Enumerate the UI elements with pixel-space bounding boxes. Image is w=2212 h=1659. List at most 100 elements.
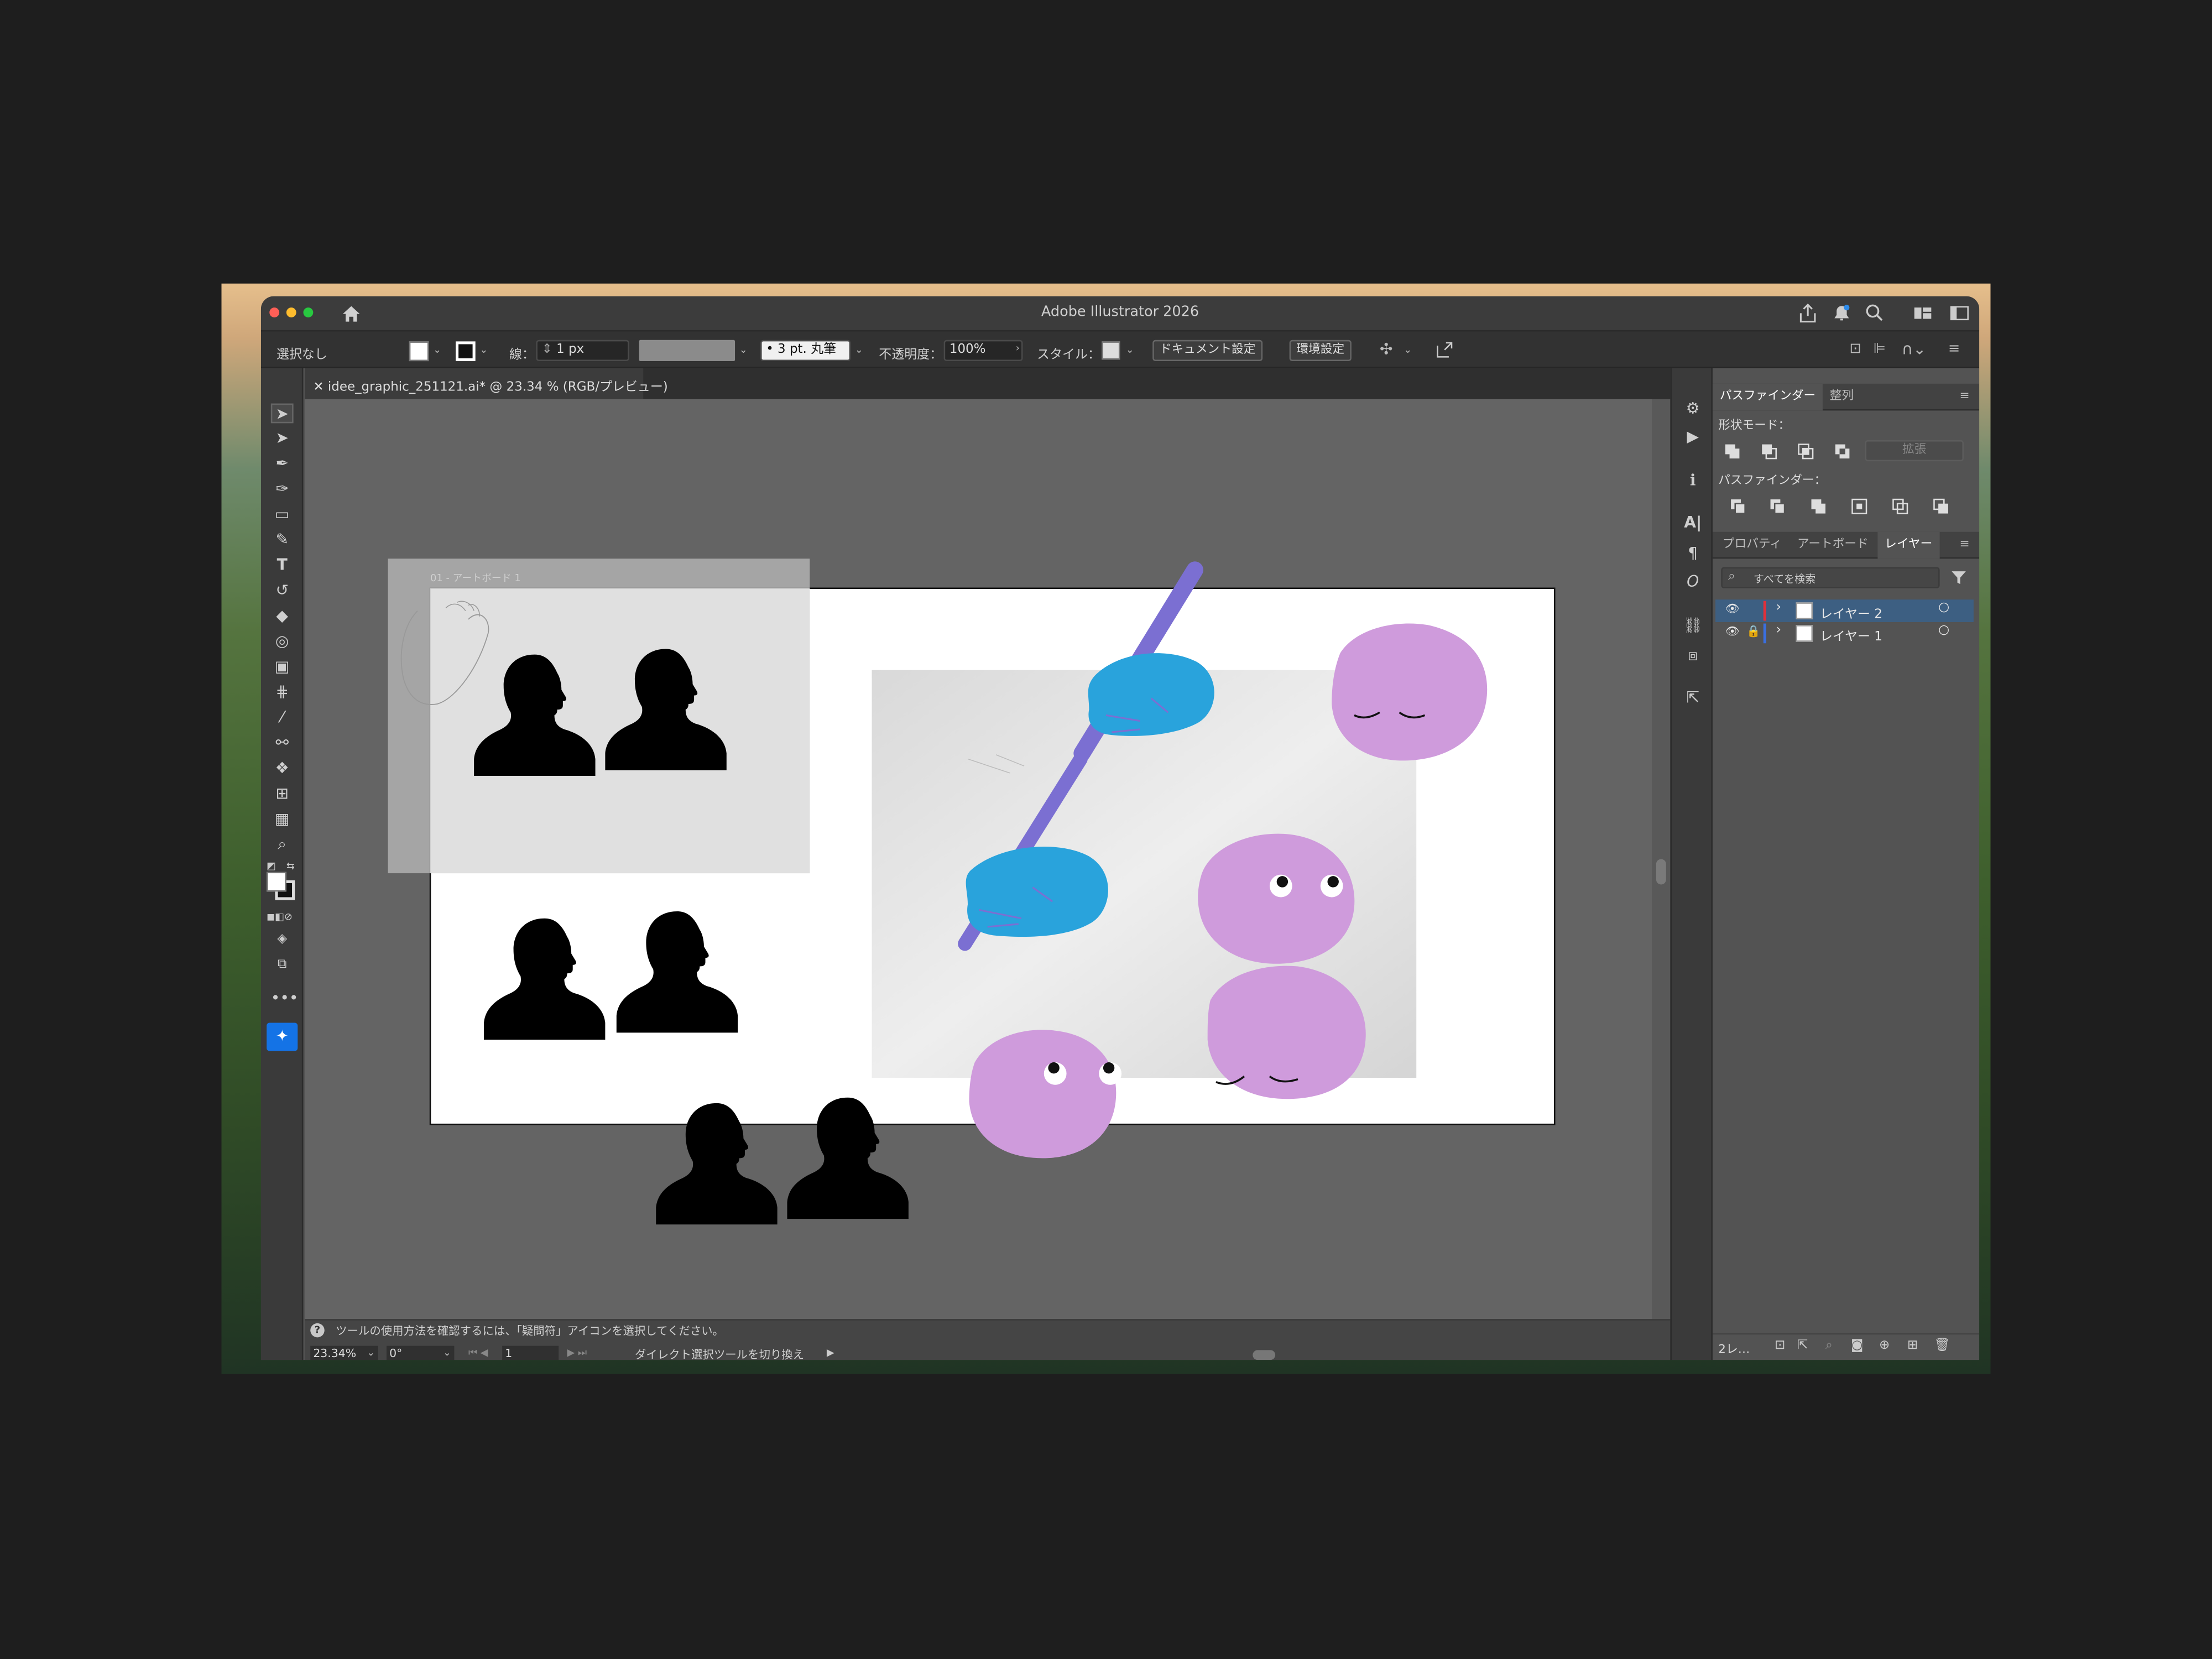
lasso-tool-icon[interactable]: ◎ — [271, 632, 294, 652]
gear-icon[interactable]: ⚙ — [1683, 399, 1703, 419]
gradient-tool-icon[interactable]: ▣ — [271, 658, 294, 677]
align-icon[interactable]: ⊫ — [1874, 341, 1886, 357]
curvature-tool-icon[interactable]: ✑ — [271, 479, 294, 499]
layer-search-input[interactable]: ⌕ すべてを検索 — [1721, 567, 1940, 588]
minus-front-icon[interactable] — [1761, 443, 1778, 460]
opacity-chevron-icon[interactable]: › — [1016, 343, 1020, 354]
artboard-label[interactable]: 01 - アートボード 1 — [430, 571, 521, 586]
generative-ai-icon[interactable]: ✦ — [267, 1022, 298, 1051]
expand-chevron-icon[interactable]: › — [1776, 601, 1781, 615]
document-setup-button[interactable]: ドキュメント設定 — [1152, 340, 1263, 362]
layer-name[interactable]: レイヤー 2 — [1820, 604, 1882, 622]
paragraph-icon[interactable]: ¶ — [1683, 545, 1703, 565]
exclude-icon[interactable] — [1834, 443, 1851, 460]
trim-icon[interactable] — [1769, 498, 1786, 515]
expand-button[interactable]: 拡張 — [1865, 440, 1964, 462]
purple-blob-face[interactable] — [1207, 966, 1366, 1099]
character-icon[interactable]: A| — [1683, 514, 1703, 534]
tab-pathfinder[interactable]: パスファインダー — [1712, 383, 1823, 411]
minus-back-icon[interactable] — [1933, 498, 1950, 515]
locate-object-icon[interactable]: ⊡ — [1775, 1339, 1785, 1353]
unite-icon[interactable] — [1724, 443, 1741, 460]
stroke-weight-field[interactable]: ⇕ 1 px — [536, 340, 629, 362]
expand-chevron-icon[interactable]: › — [1776, 624, 1781, 638]
tab-properties[interactable]: プロパティ — [1715, 532, 1789, 559]
export-icon[interactable] — [1436, 341, 1453, 358]
blend-tool-icon[interactable]: ⚯ — [271, 734, 294, 754]
purple-blob-face[interactable] — [1198, 833, 1355, 964]
mesh-tool-icon[interactable]: ⋕ — [271, 683, 294, 703]
search-icon[interactable] — [1865, 303, 1883, 323]
artboard-number-field[interactable]: 1 — [502, 1345, 559, 1360]
variable-width-profile[interactable] — [639, 340, 735, 362]
status-menu-arrow-icon[interactable]: ▶ — [827, 1347, 834, 1358]
visibility-eye-icon[interactable]: 👁 — [1725, 602, 1740, 615]
select-similar-icon[interactable]: ✣ — [1380, 340, 1393, 358]
brush-dropdown-icon[interactable]: ⌄ — [855, 344, 863, 355]
symbol-sprayer-tool-icon[interactable]: ❖ — [271, 759, 294, 779]
edit-toolbar-icon[interactable]: ••• — [271, 989, 299, 1009]
opacity-field[interactable]: 100% — [943, 340, 1023, 362]
default-colors-icon[interactable]: ◩ — [267, 860, 278, 872]
fill-dropdown-icon[interactable]: ⌄ — [433, 344, 441, 355]
target-circle-icon[interactable]: ○ — [1938, 624, 1949, 638]
lock-icon[interactable]: 🔒 — [1746, 625, 1760, 638]
type-tool-icon[interactable]: T — [271, 556, 294, 576]
artboard-prev-icons[interactable]: ⏮ ◀ — [468, 1347, 488, 1360]
graph-tool-icon[interactable]: ▦ — [271, 810, 294, 830]
divide-icon[interactable] — [1730, 498, 1747, 515]
notifications-icon[interactable] — [1833, 303, 1851, 323]
color-mode-icons[interactable]: ◼◧⊘ — [267, 911, 298, 922]
layer-row[interactable]: 👁 › レイヤー 2 ○ — [1715, 599, 1974, 622]
intersect-icon[interactable] — [1797, 443, 1814, 460]
tab-layers[interactable]: レイヤー — [1877, 531, 1940, 559]
paintbrush-tool-icon[interactable]: ✎ — [271, 530, 294, 550]
links-icon[interactable]: ⛓ — [1683, 617, 1703, 637]
crop-icon[interactable] — [1851, 498, 1868, 515]
rotate-tool-icon[interactable]: ↺ — [271, 581, 294, 601]
graphic-style-swatch[interactable] — [1102, 341, 1120, 360]
merge-icon[interactable] — [1810, 498, 1827, 515]
info-icon[interactable]: ℹ — [1683, 471, 1703, 491]
drawing-mode-icon[interactable]: ◈ — [271, 930, 294, 950]
outline-icon[interactable] — [1892, 498, 1909, 515]
screen-mode-icon[interactable]: ⧉ — [271, 955, 294, 975]
stroke-dropdown-icon[interactable]: ⌄ — [479, 344, 488, 355]
collect-export-icon[interactable]: ⌕ — [1825, 1339, 1833, 1353]
artboard-tool-icon[interactable]: ⊞ — [271, 784, 294, 804]
layer-row[interactable]: 👁 🔒 › レイヤー 1 ○ — [1715, 622, 1974, 645]
panel-toggle-icon[interactable] — [1950, 305, 1970, 322]
workspace-switcher-icon[interactable] — [1913, 305, 1933, 322]
document-tab[interactable]: ✕ idee_graphic_251121.ai* @ 23.34 % (RGB… — [305, 368, 668, 399]
rotation-dropdown-icon[interactable]: ⌄ — [443, 1347, 451, 1358]
opentype-icon[interactable]: O — [1683, 573, 1703, 593]
artboard-next-icons[interactable]: ▶ ⏭ — [567, 1347, 587, 1360]
make-clipping-mask-icon[interactable]: ◙ — [1851, 1339, 1863, 1353]
canvas-area[interactable]: 01 - アートボード 1 — [305, 399, 1652, 1319]
purple-blob-face[interactable] — [1332, 623, 1488, 761]
new-sublayer-icon[interactable]: ⊕ — [1879, 1339, 1890, 1353]
actions-play-icon[interactable]: ▶ — [1683, 427, 1703, 447]
vertical-scroll-thumb[interactable] — [1656, 859, 1666, 885]
profile-dropdown-icon[interactable]: ⌄ — [739, 344, 748, 355]
stroke-stepper-icon[interactable]: ⇕ — [542, 343, 557, 357]
pen-tool-icon[interactable]: ✒ — [271, 454, 294, 474]
vertical-scrollbar[interactable] — [1652, 399, 1671, 1319]
fill-color-box[interactable] — [267, 872, 286, 892]
blue-hand[interactable] — [966, 846, 1108, 937]
filter-icon[interactable] — [1951, 570, 1966, 586]
visibility-eye-icon[interactable]: 👁 — [1725, 625, 1740, 638]
panel-menu-icon[interactable]: ≡ — [1953, 384, 1977, 410]
stroke-swatch[interactable] — [455, 341, 476, 362]
eyedropper-tool-icon[interactable]: ⁄ — [271, 708, 294, 728]
swap-colors-icon[interactable]: ⇆ — [286, 860, 298, 872]
trash-icon[interactable]: 🗑 — [1934, 1339, 1950, 1353]
fill-swatch[interactable] — [409, 341, 429, 362]
horizontal-scroll-thumb[interactable] — [1253, 1350, 1276, 1360]
layer-name[interactable]: レイヤー 1 — [1820, 627, 1882, 645]
rectangle-tool-icon[interactable]: ▭ — [271, 505, 294, 525]
selection-tool-icon[interactable]: ➤ — [270, 403, 294, 424]
eraser-tool-icon[interactable]: ◆ — [271, 607, 294, 627]
export-panel-icon[interactable]: ⇱ — [1683, 688, 1703, 708]
zoom-dropdown-icon[interactable]: ⌄ — [367, 1347, 375, 1358]
